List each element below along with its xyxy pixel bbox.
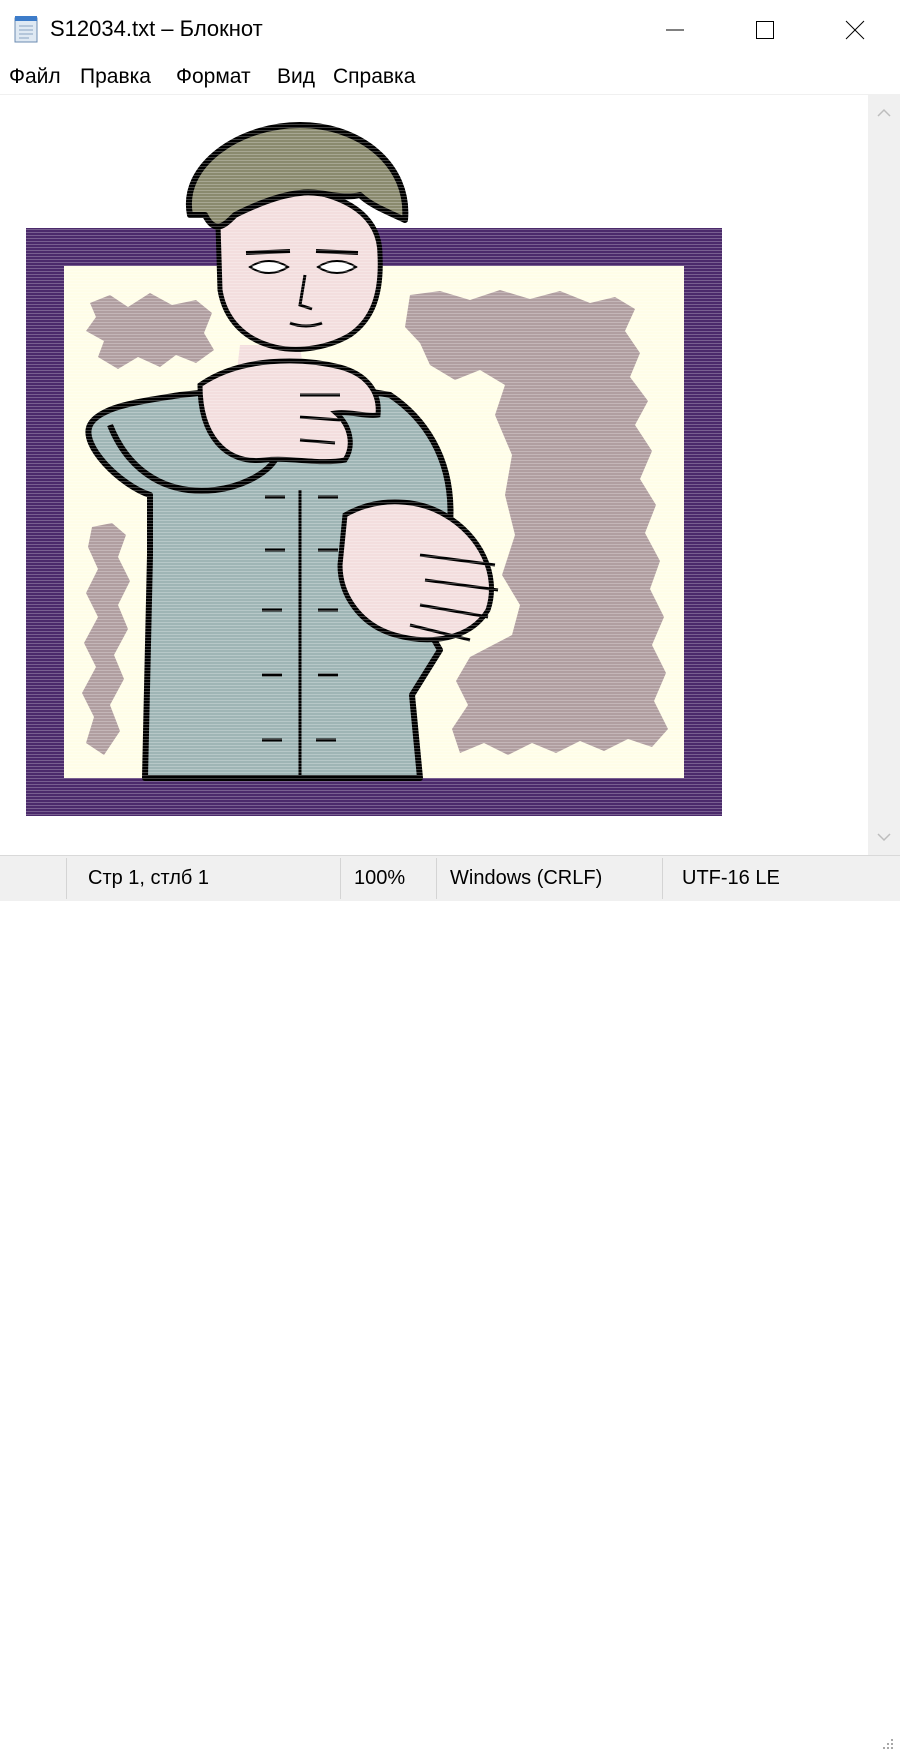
maximize-button[interactable]	[720, 0, 810, 60]
menu-edit[interactable]: Правка	[80, 64, 151, 90]
encoding: UTF-16 LE	[682, 867, 780, 889]
status-bar: Стр 1, стлб 1 100% Windows (CRLF) UTF-16…	[0, 855, 900, 1749]
status-separator	[662, 858, 663, 899]
status-separator	[66, 858, 67, 899]
menu-format[interactable]: Формат	[176, 64, 251, 90]
notepad-icon[interactable]	[12, 14, 40, 44]
status-separator	[340, 858, 341, 899]
title-bar: S12034.txt – Блокнот	[0, 0, 900, 60]
zoom-level: 100%	[354, 867, 406, 889]
close-button[interactable]	[810, 0, 900, 60]
minimize-icon	[666, 29, 684, 31]
window-title: S12034.txt – Блокнот	[50, 16, 263, 41]
scroll-down-icon[interactable]	[874, 827, 894, 847]
ascii-art-illustration	[0, 95, 868, 855]
text-editor-area[interactable]	[0, 95, 868, 855]
minimize-button[interactable]	[630, 0, 720, 60]
menu-view[interactable]: Вид	[277, 64, 315, 90]
maximize-icon	[756, 21, 774, 39]
line-endings: Windows (CRLF)	[450, 867, 603, 889]
vertical-scrollbar[interactable]	[868, 95, 900, 855]
cursor-position: Стр 1, стлб 1	[88, 867, 210, 889]
menu-help[interactable]: Справка	[333, 64, 415, 90]
scroll-up-icon[interactable]	[874, 103, 894, 123]
resize-grip-icon[interactable]	[878, 1734, 896, 1752]
status-separator	[436, 858, 437, 899]
close-icon	[845, 20, 865, 40]
menu-bar: Файл Правка Формат Вид Справка	[0, 60, 900, 95]
menu-file[interactable]: Файл	[9, 64, 61, 90]
